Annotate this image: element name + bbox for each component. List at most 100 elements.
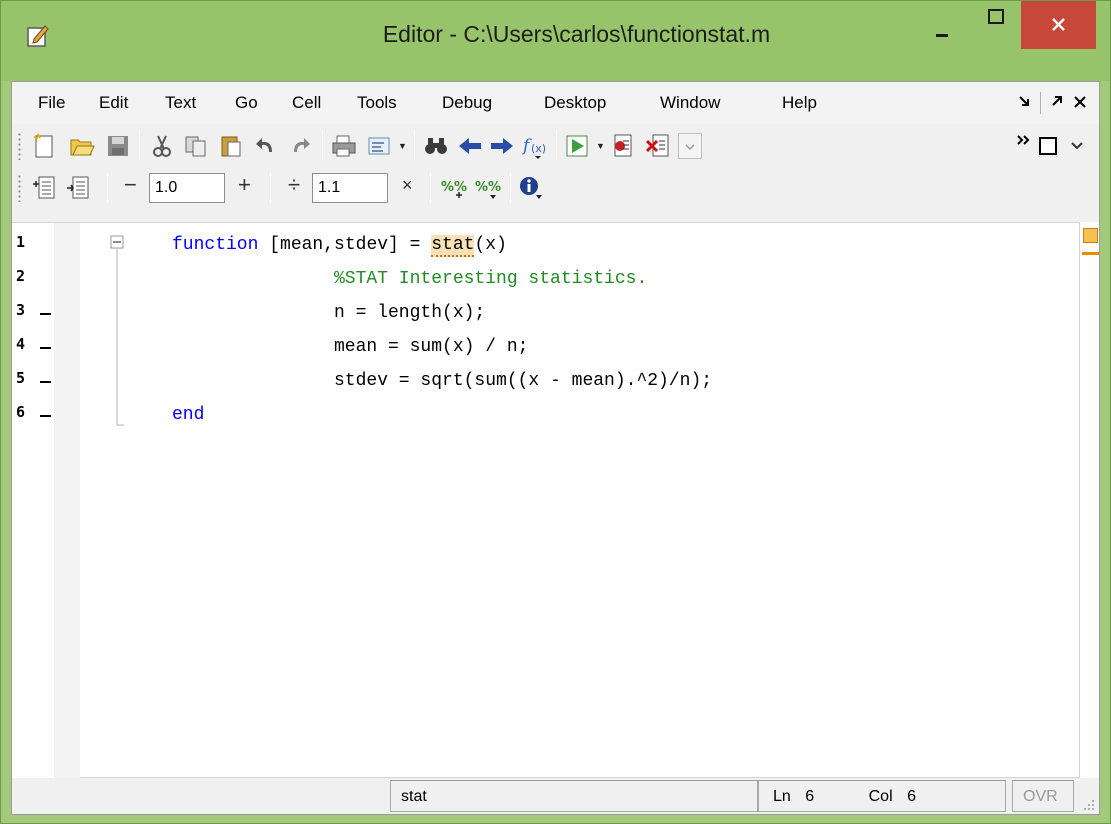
find-button[interactable] bbox=[422, 132, 450, 160]
breakpoint-marker[interactable] bbox=[40, 415, 51, 417]
evaluate-advance-button[interactable]: %% bbox=[474, 174, 502, 202]
run-button[interactable] bbox=[564, 132, 592, 160]
close-docked-icon[interactable] bbox=[1073, 95, 1087, 109]
evaluate-advance-icon: %% bbox=[475, 180, 501, 199]
menu-tools[interactable]: Tools bbox=[357, 82, 397, 124]
breakpoint-marker[interactable] bbox=[40, 347, 51, 349]
toolbar-grip[interactable] bbox=[18, 174, 21, 202]
info-icon bbox=[520, 177, 542, 199]
svg-text:%%: %% bbox=[475, 180, 501, 195]
print-icon bbox=[332, 135, 356, 157]
col-value: 6 bbox=[907, 788, 916, 805]
code-line-1: function [mean,stdev] = stat(x) bbox=[172, 230, 507, 260]
cut-button[interactable] bbox=[148, 132, 176, 160]
undock-icon[interactable] bbox=[1017, 94, 1031, 108]
status-bar: stat Ln 6 Col 6 OVR bbox=[12, 778, 1099, 814]
line-number: 3 bbox=[16, 301, 26, 319]
print-button[interactable] bbox=[330, 132, 358, 160]
overflow-chevron-icon[interactable] bbox=[1014, 132, 1034, 152]
insert-cell-icon bbox=[33, 176, 55, 199]
multiply-button[interactable]: × bbox=[402, 175, 413, 196]
toolbar-separator bbox=[322, 130, 323, 160]
function-browser-button[interactable]: f (x) bbox=[520, 132, 548, 160]
function-name-highlight: stat bbox=[431, 235, 475, 257]
warning-indicator-icon[interactable] bbox=[1083, 228, 1098, 243]
warning-marker[interactable] bbox=[1082, 252, 1099, 255]
line-number-gutter: 1 2 3 4 5 6 bbox=[12, 223, 80, 779]
undo-button[interactable] bbox=[252, 132, 280, 160]
close-icon bbox=[1052, 18, 1065, 31]
redo-button[interactable] bbox=[286, 132, 314, 160]
forward-button[interactable] bbox=[488, 132, 516, 160]
forward-icon bbox=[491, 138, 513, 154]
divide-button[interactable]: ÷ bbox=[288, 172, 300, 198]
scale-value-input[interactable]: 1.1 bbox=[312, 173, 388, 203]
resize-grip-icon[interactable] bbox=[1082, 798, 1096, 812]
toolbar-separator bbox=[139, 130, 140, 160]
menu-text[interactable]: Text bbox=[165, 82, 196, 124]
menu-file[interactable]: File bbox=[38, 82, 65, 124]
main-toolbar: ▼ f (x) ▼ bbox=[12, 124, 1099, 166]
format-button[interactable] bbox=[366, 132, 394, 160]
menu-help[interactable]: Help bbox=[782, 82, 817, 124]
maximize-icon bbox=[988, 9, 1004, 24]
menu-go[interactable]: Go bbox=[235, 82, 258, 124]
menu-window[interactable]: Window bbox=[660, 82, 720, 124]
line-number: 4 bbox=[16, 335, 26, 353]
evaluate-cell-button[interactable]: %% bbox=[440, 174, 468, 202]
code-editor[interactable]: 1 2 3 4 5 6 function [mean,stdev] = stat… bbox=[12, 222, 1079, 779]
overview-ruler[interactable] bbox=[1079, 222, 1099, 778]
editor-frame: File Edit Text Go Cell Tools Debug Deskt… bbox=[11, 81, 1100, 815]
cell-divider-icon bbox=[67, 176, 89, 199]
info-button[interactable] bbox=[518, 174, 546, 202]
line-number: 2 bbox=[16, 267, 26, 285]
breakpoint-icon bbox=[614, 134, 632, 157]
cell-divider-button[interactable] bbox=[64, 174, 92, 202]
chevron-down-icon bbox=[685, 144, 695, 151]
paste-button[interactable] bbox=[217, 132, 245, 160]
breakpoint-marker[interactable] bbox=[40, 313, 51, 315]
editor-window: Editor - C:\Users\carlos\functionstat.m … bbox=[0, 0, 1111, 824]
code-line-3: n = length(x); bbox=[334, 303, 486, 323]
open-button[interactable] bbox=[68, 132, 96, 160]
layout-icon[interactable] bbox=[1039, 137, 1057, 155]
new-file-button[interactable] bbox=[30, 132, 58, 160]
layout-dropdown-icon[interactable] bbox=[1070, 140, 1084, 152]
save-button[interactable] bbox=[104, 132, 132, 160]
open-folder-icon bbox=[70, 139, 95, 156]
menu-cell[interactable]: Cell bbox=[292, 82, 321, 124]
title-bar[interactable]: Editor - C:\Users\carlos\functionstat.m bbox=[1, 1, 1110, 81]
line-number: 6 bbox=[16, 403, 26, 421]
paste-icon bbox=[221, 136, 241, 157]
undo-icon bbox=[256, 138, 272, 152]
back-button[interactable] bbox=[456, 132, 484, 160]
menu-bar: File Edit Text Go Cell Tools Debug Deskt… bbox=[12, 82, 1099, 124]
fold-strip bbox=[54, 223, 80, 779]
copy-button[interactable] bbox=[182, 132, 210, 160]
format-dropdown-icon[interactable]: ▼ bbox=[398, 141, 407, 151]
increment-button[interactable]: + bbox=[238, 172, 251, 198]
dock-arrow-icon[interactable] bbox=[1050, 94, 1064, 108]
menu-debug[interactable]: Debug bbox=[442, 82, 492, 124]
maximize-button[interactable] bbox=[963, 1, 1021, 49]
set-breakpoint-button[interactable] bbox=[610, 132, 638, 160]
menu-edit[interactable]: Edit bbox=[99, 82, 128, 124]
decrement-value-input[interactable]: 1.0 bbox=[149, 173, 225, 203]
menu-divider bbox=[1040, 92, 1041, 114]
insert-cell-button[interactable] bbox=[30, 174, 58, 202]
toolbar-grip[interactable] bbox=[18, 132, 21, 160]
stack-dropdown[interactable] bbox=[678, 133, 702, 159]
clear-breakpoints-button[interactable] bbox=[644, 132, 672, 160]
breakpoint-marker[interactable] bbox=[40, 381, 51, 383]
decrement-button[interactable]: − bbox=[124, 172, 137, 198]
format-icon bbox=[368, 137, 390, 155]
copy-icon bbox=[185, 136, 206, 157]
fold-collapse-icon[interactable] bbox=[108, 233, 128, 433]
run-dropdown-icon[interactable]: ▼ bbox=[596, 141, 605, 151]
close-button[interactable] bbox=[1021, 1, 1096, 49]
find-icon bbox=[425, 138, 447, 154]
toolbar-separator bbox=[556, 130, 557, 160]
menu-desktop[interactable]: Desktop bbox=[544, 82, 606, 124]
code-text: [mean,stdev] = bbox=[258, 235, 432, 255]
overwrite-mode-indicator: OVR bbox=[1012, 780, 1074, 812]
